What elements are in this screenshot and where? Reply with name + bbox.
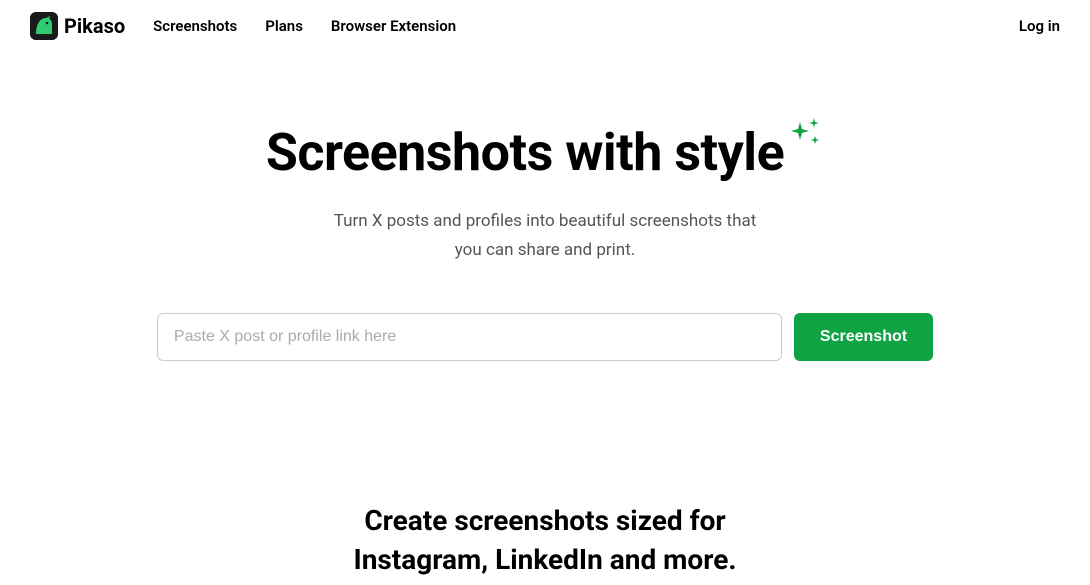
login-link[interactable]: Log in (1019, 17, 1060, 35)
pikaso-logo-icon (30, 12, 58, 40)
header-left: Pikaso Screenshots Plans Browser Extensi… (30, 12, 456, 40)
screenshot-button[interactable]: Screenshot (794, 313, 933, 361)
logo[interactable]: Pikaso (30, 12, 125, 40)
link-input[interactable] (157, 313, 782, 361)
nav-browser-extension[interactable]: Browser Extension (331, 17, 456, 35)
sparkle-icon (786, 114, 824, 156)
site-header: Pikaso Screenshots Plans Browser Extensi… (0, 0, 1090, 52)
sizes-title-line1: Create screenshots sized for (364, 504, 725, 537)
input-row: Screenshot (0, 313, 1090, 361)
hero-subtitle: Turn X posts and profiles into beautiful… (0, 207, 1090, 265)
hero-title: Screenshots with style (266, 122, 784, 183)
hero-section: Screenshots with style Turn X posts and … (0, 122, 1090, 361)
sizes-title: Create screenshots sized for Instagram, … (0, 501, 1090, 579)
main-nav: Screenshots Plans Browser Extension (153, 17, 456, 35)
nav-screenshots[interactable]: Screenshots (153, 17, 237, 35)
hero-subtitle-line2: you can share and print. (455, 240, 635, 260)
sizes-section: Create screenshots sized for Instagram, … (0, 501, 1090, 579)
logo-text: Pikaso (64, 14, 125, 38)
hero-subtitle-line1: Turn X posts and profiles into beautiful… (334, 211, 757, 231)
hero-title-wrap: Screenshots with style (266, 122, 824, 183)
nav-plans[interactable]: Plans (265, 17, 303, 35)
sizes-title-line2: Instagram, LinkedIn and more. (354, 543, 737, 576)
